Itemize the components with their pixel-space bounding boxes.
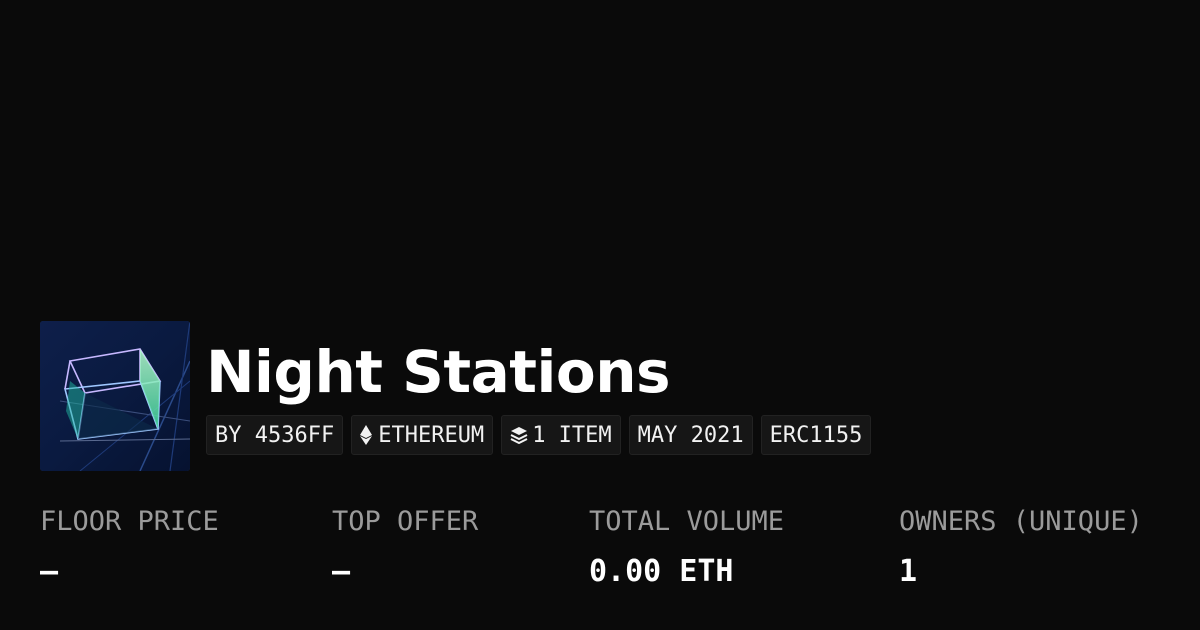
items-chip[interactable]: 1 ITEM: [501, 415, 621, 455]
stat-owners: OWNERS (UNIQUE) 1: [899, 502, 1143, 602]
stat-total-volume: TOTAL VOLUME 0.00 ETH: [589, 502, 784, 602]
creator-chip[interactable]: BY 4536FF: [206, 415, 344, 455]
collection-meta-chips: BY 4536FF ETHEREUM 1 ITEM MAY 2021 ERC11…: [206, 415, 872, 455]
collection-avatar[interactable]: [40, 321, 190, 471]
wireframe-cube-artwork: [40, 321, 190, 471]
date-label: MAY 2021: [637, 422, 744, 448]
ethereum-icon: [360, 425, 373, 445]
date-chip: MAY 2021: [628, 415, 753, 455]
stat-floor-price: FLOOR PRICE —: [40, 502, 219, 602]
collection-title: Night Stations: [206, 338, 671, 406]
top-offer-label: TOP OFFER: [332, 506, 479, 537]
owners-label: OWNERS (UNIQUE): [899, 506, 1143, 537]
token-standard-chip: ERC1155: [760, 415, 872, 455]
layers-icon: [510, 426, 528, 444]
creator-label: BY 4536FF: [215, 422, 335, 448]
collection-stats: FLOOR PRICE — TOP OFFER — TOTAL VOLUME 0…: [0, 502, 1200, 612]
stat-top-offer: TOP OFFER —: [332, 502, 478, 602]
total-volume-label: TOTAL VOLUME: [589, 506, 785, 537]
collection-card: Night Stations BY 4536FF ETHEREUM 1 ITEM…: [0, 0, 1200, 630]
floor-price-label: FLOOR PRICE: [40, 506, 219, 537]
chain-label: ETHEREUM: [378, 422, 485, 448]
token-standard-label: ERC1155: [769, 422, 863, 448]
floor-price-value: —: [40, 554, 59, 589]
total-volume-value: 0.00 ETH: [589, 554, 734, 589]
owners-value: 1: [899, 554, 918, 589]
items-label: 1 ITEM: [532, 422, 612, 448]
chain-chip[interactable]: ETHEREUM: [351, 415, 494, 455]
top-offer-value: —: [332, 554, 351, 589]
